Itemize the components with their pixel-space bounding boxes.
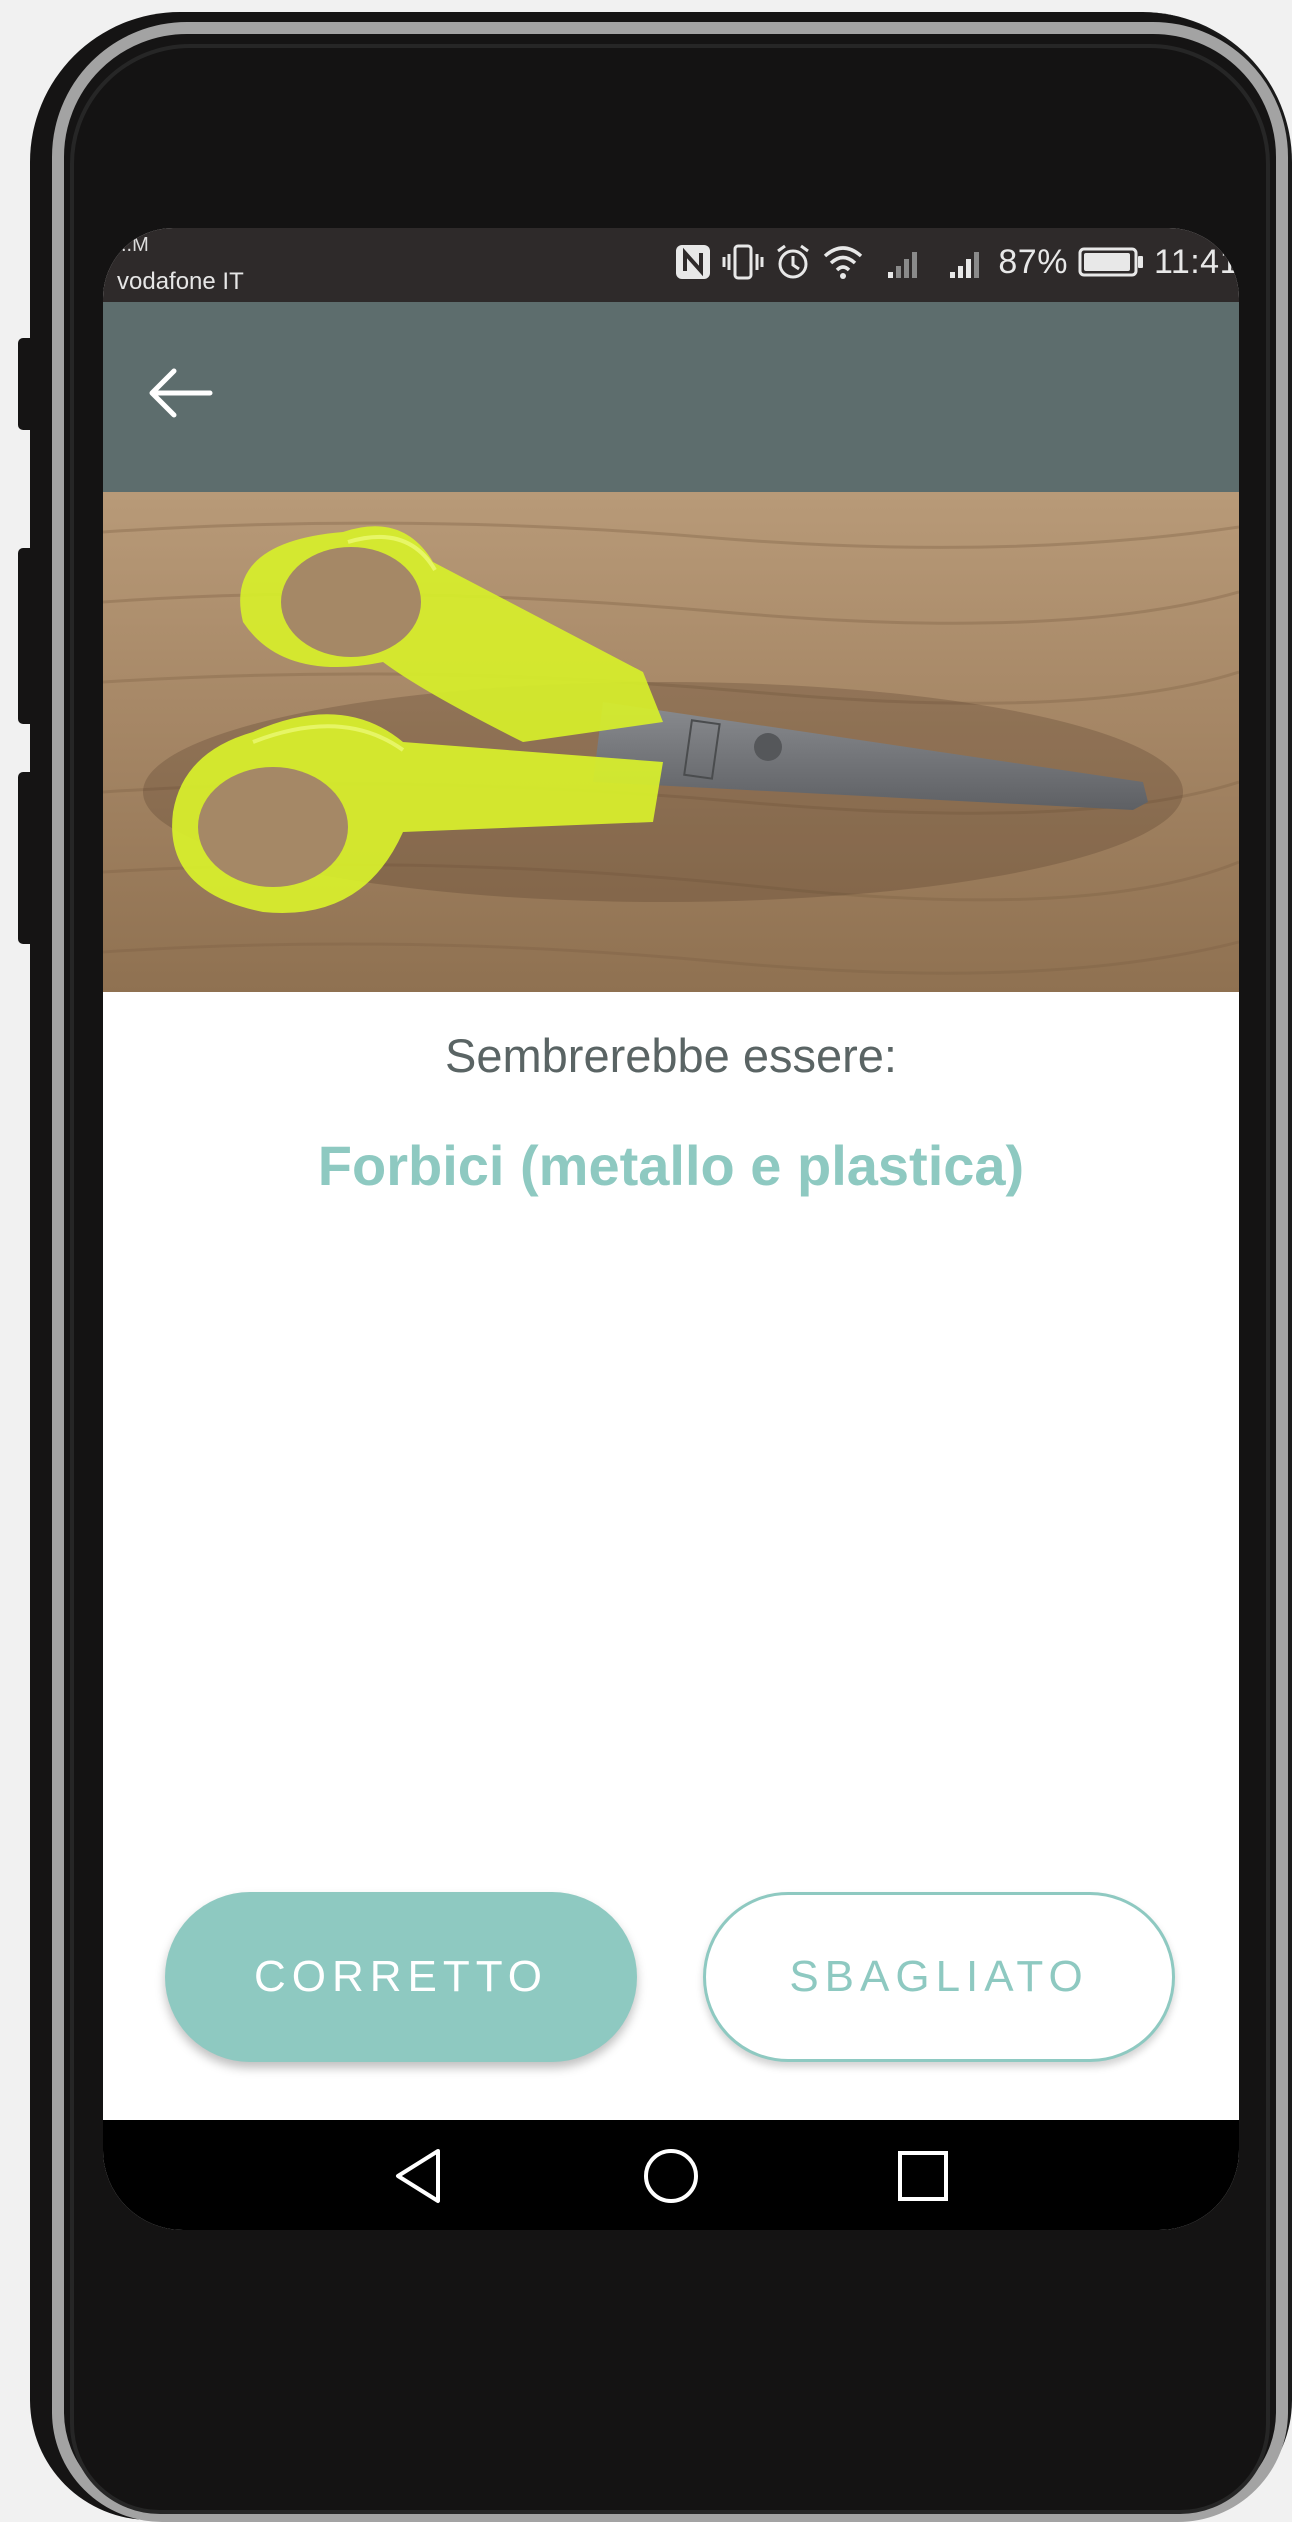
back-button[interactable]: [139, 360, 219, 430]
nav-back-button[interactable]: [388, 2148, 448, 2208]
scissors-photo: [103, 492, 1239, 992]
status-bar: ..M vodafone IT 87% 11:41: [103, 228, 1239, 302]
prediction-prompt: Sembrerebbe essere:: [445, 1029, 897, 1082]
carrier-label: vodafone IT: [117, 268, 244, 295]
carrier-top-label: ..M: [121, 234, 149, 256]
signal-icon: [886, 244, 926, 280]
home-circle-icon: [642, 2147, 700, 2210]
status-time: 11:41: [1153, 242, 1239, 281]
signal-icon: [948, 244, 988, 280]
navigation-bar: [103, 2120, 1239, 2230]
wrong-button[interactable]: SBAGLIATO: [703, 1892, 1175, 2062]
battery-percent: 87%: [998, 242, 1068, 281]
vibrate-icon: [722, 243, 764, 281]
wifi-icon: [822, 243, 864, 281]
recents-square-icon: [896, 2149, 950, 2208]
phone-screen: ..M vodafone IT 87% 11:41 Sembrerebbe es…: [103, 228, 1239, 2230]
prediction-label: Forbici (metallo e plastica): [317, 1134, 1025, 1197]
nfc-icon: [674, 243, 712, 281]
nav-recents-button[interactable]: [893, 2148, 953, 2208]
app-bar: [103, 302, 1239, 492]
battery-icon: [1078, 246, 1144, 278]
status-icons: 87% 11:41: [674, 240, 1239, 284]
alarm-icon: [774, 243, 812, 281]
arrow-left-icon: [144, 363, 214, 428]
back-triangle-icon: [392, 2147, 444, 2210]
correct-button[interactable]: CORRETTO: [165, 1892, 637, 2062]
nav-home-button[interactable]: [641, 2148, 701, 2208]
